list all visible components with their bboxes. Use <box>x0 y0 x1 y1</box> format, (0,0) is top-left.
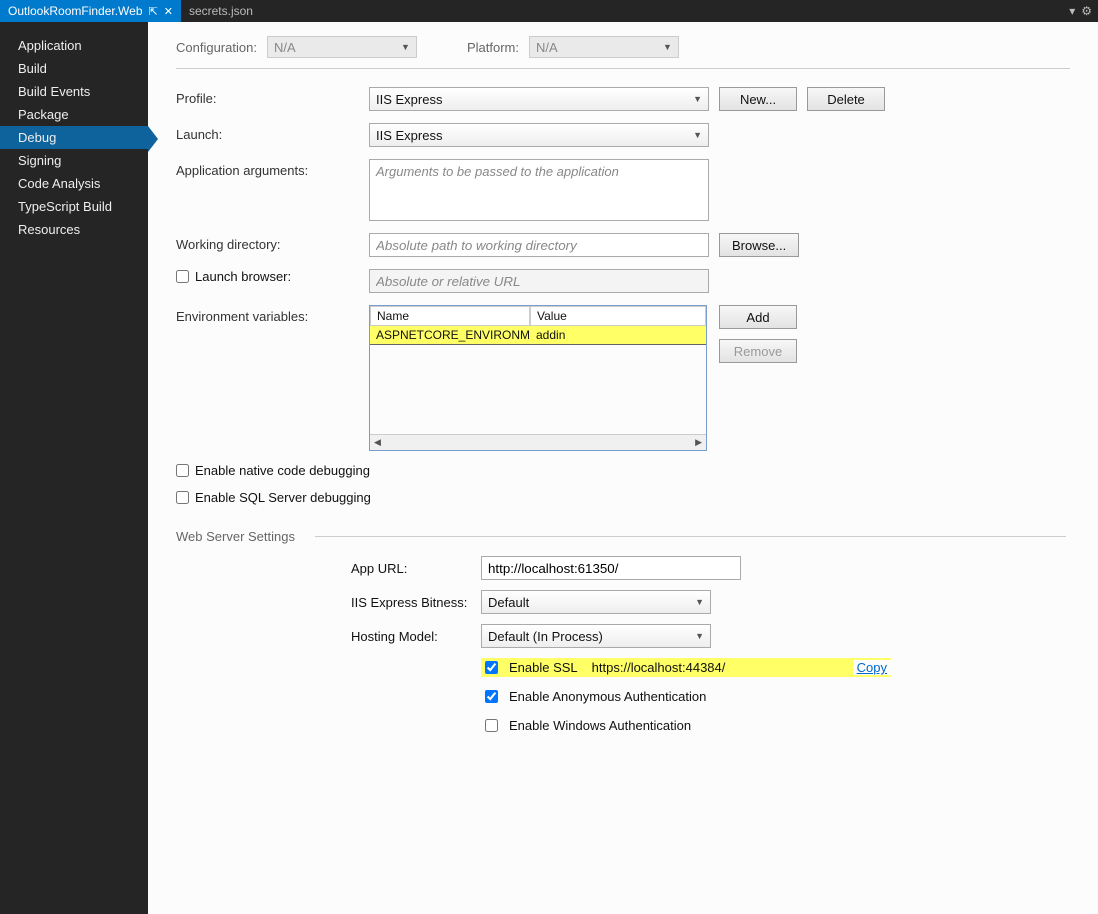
env-name-header: Name <box>370 306 530 326</box>
launch-browser-url-input <box>369 269 709 293</box>
pin-icon[interactable]: ⇱ <box>149 5 158 18</box>
working-directory-input[interactable] <box>369 233 709 257</box>
platform-label: Platform: <box>467 40 519 55</box>
enable-anonymous-auth-label: Enable Anonymous Authentication <box>509 689 706 704</box>
enable-ssl-checkbox[interactable] <box>485 661 498 674</box>
launch-select[interactable]: IIS Express▼ <box>369 123 709 147</box>
ssl-url: https://localhost:44384/ <box>592 660 726 675</box>
enable-windows-auth-label: Enable Windows Authentication <box>509 718 691 733</box>
web-server-settings-title: Web Server Settings <box>176 529 295 544</box>
profile-select[interactable]: IIS Express▼ <box>369 87 709 111</box>
sidebar-item-typescript-build[interactable]: TypeScript Build <box>0 195 148 218</box>
launch-label: Launch: <box>176 123 351 142</box>
configuration-label: Configuration: <box>176 40 257 55</box>
enable-anonymous-auth-checkbox[interactable] <box>485 690 498 703</box>
dropdown-icon[interactable]: ▾ <box>1069 4 1075 18</box>
working-directory-label: Working directory: <box>176 233 351 252</box>
launch-browser-label: Launch browser: <box>195 269 291 284</box>
chevron-down-icon: ▼ <box>693 130 702 140</box>
debug-settings-panel: Configuration: N/A▼ Platform: N/A▼ Profi… <box>148 22 1098 914</box>
sidebar-item-package[interactable]: Package <box>0 103 148 126</box>
hosting-model-label: Hosting Model: <box>351 629 471 644</box>
env-vars-table[interactable]: Name Value ASPNETCORE_ENVIRONMENT addin … <box>369 305 707 451</box>
enable-windows-auth-checkbox[interactable] <box>485 719 498 732</box>
delete-profile-button[interactable]: Delete <box>807 87 885 111</box>
configuration-select[interactable]: N/A▼ <box>267 36 417 58</box>
add-env-button[interactable]: Add <box>719 305 797 329</box>
chevron-down-icon: ▼ <box>695 597 704 607</box>
project-properties-sidebar: Application Build Build Events Package D… <box>0 22 148 914</box>
new-profile-button[interactable]: New... <box>719 87 797 111</box>
native-debugging-label: Enable native code debugging <box>195 463 370 478</box>
chevron-down-icon: ▼ <box>401 42 410 52</box>
env-value-header: Value <box>530 306 706 326</box>
app-url-label: App URL: <box>351 561 471 576</box>
sql-debugging-label: Enable SQL Server debugging <box>195 490 371 505</box>
sidebar-item-code-analysis[interactable]: Code Analysis <box>0 172 148 195</box>
env-vars-label: Environment variables: <box>176 305 351 324</box>
platform-select[interactable]: N/A▼ <box>529 36 679 58</box>
profile-label: Profile: <box>176 87 351 106</box>
app-arguments-label: Application arguments: <box>176 159 351 178</box>
remove-env-button: Remove <box>719 339 797 363</box>
sidebar-item-build-events[interactable]: Build Events <box>0 80 148 103</box>
sidebar-item-resources[interactable]: Resources <box>0 218 148 241</box>
sidebar-item-signing[interactable]: Signing <box>0 149 148 172</box>
tab-label: secrets.json <box>189 4 253 18</box>
iis-bitness-select[interactable]: Default▼ <box>481 590 711 614</box>
sidebar-item-debug[interactable]: Debug <box>0 126 148 149</box>
sidebar-item-build[interactable]: Build <box>0 57 148 80</box>
env-row-name[interactable]: ASPNETCORE_ENVIRONMENT <box>370 326 530 345</box>
chevron-down-icon: ▼ <box>663 42 672 52</box>
browse-button[interactable]: Browse... <box>719 233 799 257</box>
chevron-down-icon: ▼ <box>695 631 704 641</box>
hosting-model-select[interactable]: Default (In Process)▼ <box>481 624 711 648</box>
gear-icon[interactable]: ⚙ <box>1081 4 1092 18</box>
env-row-value[interactable]: addin <box>530 326 706 345</box>
close-icon[interactable]: ✕ <box>164 5 173 18</box>
chevron-down-icon: ▼ <box>693 94 702 104</box>
tab-outlookroomfinder-web[interactable]: OutlookRoomFinder.Web ⇱ ✕ <box>0 0 181 22</box>
copy-link[interactable]: Copy <box>853 660 891 675</box>
iis-bitness-label: IIS Express Bitness: <box>351 595 471 610</box>
tab-strip: OutlookRoomFinder.Web ⇱ ✕ secrets.json ▾… <box>0 0 1098 22</box>
app-url-input[interactable] <box>481 556 741 580</box>
native-debugging-checkbox[interactable] <box>176 464 189 477</box>
tab-label: OutlookRoomFinder.Web <box>8 4 143 18</box>
env-scrollbar[interactable]: ◀▶ <box>370 434 706 450</box>
sidebar-item-application[interactable]: Application <box>0 34 148 57</box>
enable-ssl-label: Enable SSL <box>509 660 578 675</box>
app-arguments-input[interactable] <box>369 159 709 221</box>
tab-secrets-json[interactable]: secrets.json <box>181 0 261 22</box>
launch-browser-checkbox[interactable] <box>176 270 189 283</box>
sql-debugging-checkbox[interactable] <box>176 491 189 504</box>
